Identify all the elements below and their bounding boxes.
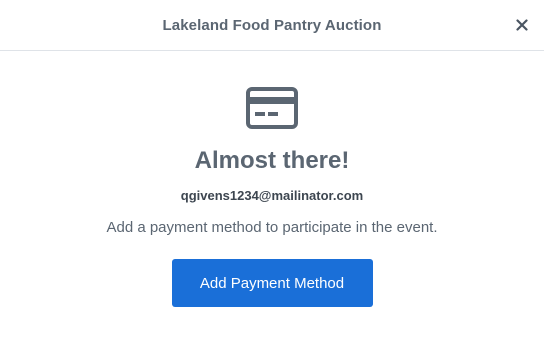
payment-modal: Lakeland Food Pantry Auction Almost ther… [0, 0, 544, 350]
modal-title: Lakeland Food Pantry Auction [162, 16, 382, 34]
credit-card-icon [246, 87, 298, 129]
heading: Almost there! [194, 147, 350, 174]
close-icon[interactable] [516, 19, 528, 31]
modal-body: Almost there! qgivens1234@mailinator.com… [0, 51, 544, 307]
add-payment-method-button[interactable]: Add Payment Method [171, 259, 373, 307]
close-button[interactable] [514, 17, 530, 33]
instruction-text: Add a payment method to participate in t… [106, 219, 438, 236]
modal-header: Lakeland Food Pantry Auction [0, 0, 544, 51]
user-email: qgivens1234@mailinator.com [180, 188, 364, 203]
